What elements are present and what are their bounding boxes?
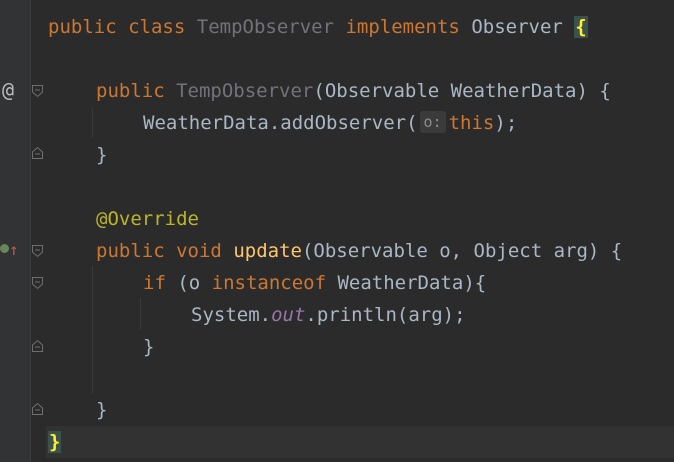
indent-guide [92, 266, 93, 394]
param-list-token: (Observable WeatherData) { [313, 80, 611, 102]
code-line-13[interactable]: } [96, 394, 107, 426]
keyword-token: instanceof [211, 272, 327, 294]
brace-token: } [143, 336, 155, 358]
brace-token: } [96, 144, 108, 166]
code-line-3[interactable]: public TempObserver(Observable WeatherDa… [96, 75, 611, 107]
code-line-5[interactable]: } [96, 139, 107, 171]
matched-brace: } [48, 431, 62, 453]
fold-open-icon[interactable] [31, 276, 44, 290]
fold-close-icon[interactable] [31, 339, 44, 353]
implements-gutter-icon[interactable]: ↑ [0, 234, 19, 266]
interface-name-token: Observer [471, 16, 563, 38]
code-editor[interactable]: @ ↑ public class TempObserver implements… [0, 0, 674, 462]
code-line-10[interactable]: System.out.println(arg); [191, 299, 466, 331]
fold-close-icon[interactable] [31, 146, 44, 160]
line-gutter[interactable] [0, 0, 30, 462]
keyword-token: public [96, 80, 165, 102]
keyword-token: public [96, 240, 165, 262]
keyword-token: implements [345, 16, 460, 38]
method-call-token: .println(arg); [305, 304, 466, 326]
expr-token: (o [165, 272, 212, 294]
param-list-token: (Observable o, Object arg) { [301, 240, 623, 262]
parameter-hint: o: [419, 111, 446, 133]
indent-guide [140, 298, 141, 330]
code-line-14[interactable]: } [48, 426, 62, 458]
class-ref-token: System. [191, 304, 272, 326]
fold-strip [31, 0, 46, 462]
code-line-1[interactable]: public class TempObserver implements Obs… [48, 11, 588, 43]
keyword-token: class [128, 16, 186, 38]
indent-guide [92, 108, 93, 138]
override-gutter-icon[interactable]: @ [2, 74, 14, 106]
class-name-token: TempObserver [196, 16, 335, 38]
implements-circle-icon [0, 244, 9, 253]
expr-token: WeatherData){ [326, 272, 487, 294]
fold-open-icon[interactable] [31, 244, 44, 258]
keyword-token: if [143, 272, 166, 294]
annotation-token: @Override [96, 208, 199, 230]
static-field-token: out [271, 304, 306, 326]
fold-close-icon[interactable] [31, 402, 44, 416]
keyword-token: this [448, 112, 495, 134]
fold-open-icon[interactable] [31, 84, 44, 98]
current-line-highlight [46, 426, 674, 458]
punct-token: ); [494, 112, 518, 134]
keyword-token: public [48, 16, 117, 38]
code-line-7[interactable]: @Override [96, 203, 199, 235]
code-line-9[interactable]: if (o instanceof WeatherData){ [143, 267, 486, 299]
brace-token: } [96, 399, 108, 421]
code-line-4[interactable]: WeatherData.addObserver(o: this); [143, 107, 517, 139]
up-arrow-icon: ↑ [9, 240, 19, 259]
code-line-8[interactable]: public void update(Observable o, Object … [96, 235, 622, 267]
constructor-name-token: TempObserver [176, 80, 314, 102]
keyword-token: void [176, 240, 222, 262]
code-line-11[interactable]: } [143, 331, 154, 363]
method-call-token: WeatherData.addObserver( [143, 112, 418, 134]
matched-brace: { [574, 16, 588, 38]
method-name-token: update [233, 240, 302, 262]
